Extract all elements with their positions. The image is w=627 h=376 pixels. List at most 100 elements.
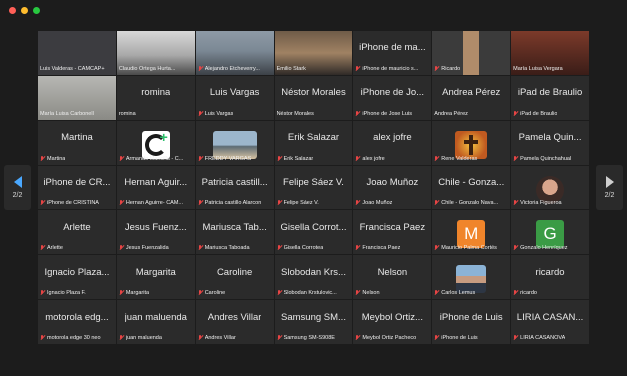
participant-tile[interactable]: Rene Valderas bbox=[432, 120, 511, 165]
participant-name: Arlette bbox=[47, 245, 63, 252]
participant-tile[interactable]: Luis Valderas - CAMCAP+ bbox=[38, 31, 116, 75]
participant-name: iPad de Braulio bbox=[520, 110, 558, 117]
participant-tile[interactable]: M Mauricio Palma Cortés bbox=[432, 210, 511, 255]
participant-tile[interactable]: G Gonzalo Henríquez bbox=[511, 210, 589, 255]
participant-name: Gonzalo Henríquez bbox=[520, 245, 568, 252]
mic-muted-icon bbox=[277, 245, 282, 251]
participant-display-name: iPad de Braulio bbox=[517, 87, 583, 99]
participant-tile[interactable]: iPhone de Luis iPhone de Luis bbox=[432, 300, 511, 344]
participant-tile[interactable]: alex jofre alex jofre bbox=[353, 120, 432, 165]
participant-tile[interactable]: Ricardo bbox=[432, 31, 511, 75]
participant-tile[interactable]: Mariusca Tab... Mariusca Taboada bbox=[195, 210, 274, 255]
participant-name: Rene Valderas bbox=[441, 155, 478, 162]
participant-tile[interactable]: Arlette Arlette bbox=[38, 210, 116, 255]
participant-name-label: romina bbox=[119, 111, 193, 117]
participant-tile[interactable]: Ignacio Plaza... Ignacio Plaza F. bbox=[38, 255, 116, 300]
mic-muted-icon bbox=[355, 245, 360, 251]
participant-tile[interactable]: Andrea Pérez Andrea Pérez bbox=[432, 75, 511, 120]
participant-tile[interactable]: Felipe Sáez V. Felipe Sáez V. bbox=[274, 165, 353, 210]
participant-display-name: iPhone de ma... bbox=[359, 42, 426, 54]
minimize-window-button[interactable] bbox=[21, 7, 28, 14]
participant-tile[interactable]: Claudio Ortega Hurta... bbox=[116, 31, 195, 75]
participant-name: LIRIA CASANOVA bbox=[520, 335, 566, 341]
participant-tile[interactable]: iPhone de Jo... iPhone de Jose Luis bbox=[353, 75, 432, 120]
mic-muted-icon bbox=[40, 155, 45, 162]
participant-name: iPhone de Jose Luis bbox=[362, 110, 412, 117]
participant-tile[interactable]: Alejandro Etcheverry... bbox=[195, 31, 274, 75]
participant-tile[interactable]: Caroline Caroline bbox=[195, 255, 274, 300]
participant-display-name: Patricia castill... bbox=[201, 176, 268, 188]
participant-tile[interactable]: Margarita Margarita bbox=[116, 255, 195, 300]
participant-name-label: Armando Mancilla - C... bbox=[119, 155, 193, 162]
participant-name: Carlos Lemus bbox=[441, 290, 476, 297]
participant-tile[interactable]: FREDDY VARGAS bbox=[195, 120, 274, 165]
mic-muted-icon bbox=[40, 335, 45, 341]
participant-tile[interactable]: Erik Salazar Erik Salazar bbox=[274, 120, 353, 165]
participant-name: Claudio Ortega Hurta... bbox=[118, 65, 176, 72]
participant-name-label: Arlette bbox=[40, 245, 114, 251]
participant-tile[interactable]: María Luisa Carbonell bbox=[38, 75, 116, 120]
participant-display-name: Erik Salazar bbox=[287, 132, 340, 144]
participant-name-label: Andres Villar bbox=[198, 335, 272, 341]
participant-display-name: Meybol Ortiz... bbox=[361, 311, 423, 323]
mic-muted-icon bbox=[355, 200, 360, 206]
participant-tile[interactable]: Néstor Morales Néstor Morales bbox=[274, 75, 353, 120]
participant-tile[interactable]: ricardo ricardo bbox=[511, 255, 589, 300]
previous-page-button[interactable]: 2/2 bbox=[4, 165, 31, 210]
participant-tile[interactable]: iPhone de CR... iPhone de CRISTINA bbox=[38, 165, 116, 210]
participant-tile[interactable]: Emilio Stark bbox=[274, 31, 353, 75]
participant-tile[interactable]: iPad de Braulio iPad de Braulio bbox=[511, 75, 589, 120]
participant-tile[interactable]: Nelson Nelson bbox=[353, 255, 432, 300]
mic-muted-icon bbox=[198, 200, 203, 206]
participant-tile[interactable]: iPhone de ma... iPhone de mauricio s... bbox=[353, 31, 432, 75]
participant-tile[interactable]: Chile - Gonza... Chile - Gonzalo Nava... bbox=[432, 165, 511, 210]
letter-avatar: M bbox=[457, 220, 486, 249]
participant-tile[interactable]: Francisca Paez Francisca Paez bbox=[353, 210, 432, 255]
participant-name-label: iPad de Braulio bbox=[513, 110, 587, 117]
participant-tile[interactable]: Hernan Aguir... Hernan Aguirre- CAM... bbox=[116, 165, 195, 210]
participant-display-name: Slobodan Krs... bbox=[281, 266, 346, 278]
mic-muted-icon bbox=[434, 65, 439, 72]
participant-name: juan maluenda bbox=[125, 335, 162, 341]
participant-tile[interactable]: Luis Vargas Luis Vargas bbox=[195, 75, 274, 120]
profile-picture bbox=[455, 130, 488, 159]
participant-name-label: Francisca Paez bbox=[355, 245, 429, 251]
participant-tile[interactable]: Patricia castill... Patricia castillo Ala… bbox=[195, 165, 274, 210]
mic-muted-icon bbox=[513, 110, 518, 117]
participant-name: Chile - Gonzalo Nava... bbox=[441, 200, 499, 207]
profile-picture bbox=[456, 265, 487, 294]
participant-tile[interactable]: Gisella Corrot... Gisella Corrotea bbox=[274, 210, 353, 255]
participant-tile[interactable]: Martina Martina bbox=[38, 120, 116, 165]
mic-muted-icon bbox=[277, 290, 282, 296]
participant-tile[interactable]: LIRIA CASAN... LIRIA CASANOVA bbox=[511, 300, 589, 344]
mic-muted-icon bbox=[198, 110, 203, 117]
participant-name-label: iPhone de CRISTINA bbox=[40, 200, 114, 206]
page-indicator-right: 2/2 bbox=[604, 192, 615, 199]
participant-name: Hernan Aguirre- CAM... bbox=[125, 200, 184, 207]
next-page-button[interactable]: 2/2 bbox=[596, 165, 623, 210]
participant-tile[interactable]: Joao Muñoz Joao Muñoz bbox=[353, 165, 432, 210]
participant-display-name: Chile - Gonza... bbox=[438, 176, 505, 188]
participant-tile[interactable]: María Luisa Vergara bbox=[511, 31, 589, 75]
participant-name-label: Ricardo bbox=[434, 65, 508, 72]
participant-tile[interactable]: Meybol Ortiz... Meybol Ortiz Pacheco bbox=[353, 300, 432, 344]
maximize-window-button[interactable] bbox=[33, 7, 40, 14]
participant-tile[interactable]: Armando Mancilla - C... bbox=[116, 120, 195, 165]
participant-tile[interactable]: Slobodan Krs... Slobodan Krstulovic... bbox=[274, 255, 353, 300]
mic-muted-icon bbox=[40, 245, 45, 251]
mic-muted-icon bbox=[355, 290, 360, 296]
participant-name-label: Gonzalo Henríquez bbox=[513, 245, 587, 251]
participant-name-label: Samsung SM-S908E bbox=[277, 335, 351, 341]
participant-tile[interactable]: Andres Villar Andres Villar bbox=[195, 300, 274, 344]
participant-tile[interactable]: Pamela Quin... Pamela Quinchahual bbox=[511, 120, 589, 165]
participant-tile[interactable]: juan maluenda juan maluenda bbox=[116, 300, 195, 344]
participant-tile[interactable]: Jesus Fuenz... Jesus Fuenzalida bbox=[116, 210, 195, 255]
participant-name: Luis Valderas - CAMCAP+ bbox=[40, 65, 105, 72]
participant-tile[interactable]: motorola edg... motorola edge 30 neo bbox=[38, 300, 116, 344]
close-window-button[interactable] bbox=[9, 7, 16, 14]
participant-tile[interactable]: Samsung SM... Samsung SM-S908E bbox=[274, 300, 353, 344]
participant-tile[interactable]: Victoria Figueroa bbox=[511, 165, 589, 210]
participant-tile[interactable]: romina romina bbox=[116, 75, 195, 120]
participant-tile[interactable]: Carlos Lemus bbox=[432, 255, 511, 300]
participant-name-label: Gisella Corrotea bbox=[277, 245, 351, 251]
